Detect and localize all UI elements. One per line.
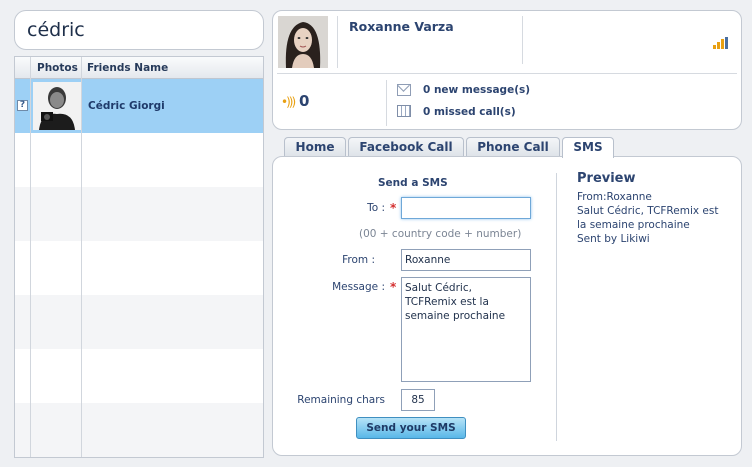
profile-divider — [522, 16, 523, 64]
preview-line: la semaine prochaine — [577, 219, 690, 231]
preview-line: From:Roxanne — [577, 191, 652, 203]
column-header-friends-name: Friends Name — [87, 62, 169, 74]
remaining-chars-field — [401, 389, 435, 411]
profile-divider — [337, 16, 338, 68]
to-required-mark: * — [390, 201, 397, 215]
column-header-photos: Photos — [37, 62, 78, 74]
empty-row — [15, 241, 263, 295]
empty-row — [15, 295, 263, 349]
column-divider — [81, 57, 82, 457]
to-hint: (00 + country code + number) — [359, 228, 522, 240]
envelope-icon — [397, 84, 411, 96]
friend-name: Cédric Giorgi — [88, 100, 165, 112]
tab-home[interactable]: Home — [284, 137, 346, 157]
tab-phone-call[interactable]: Phone Call — [466, 137, 560, 157]
send-sms-button[interactable]: Send your SMS — [356, 417, 466, 439]
friends-list-header: Photos Friends Name — [15, 57, 263, 79]
empty-row — [15, 349, 263, 403]
online-signal-icon: •))) — [281, 95, 296, 109]
profile-panel: Roxanne Varza •))) 0 0 new message(s) 0 … — [272, 10, 742, 130]
to-field[interactable] — [401, 197, 531, 219]
empty-row — [15, 187, 263, 241]
online-count: 0 — [299, 92, 310, 110]
empty-row — [15, 133, 263, 187]
missed-calls-count[interactable]: 0 missed call(s) — [423, 106, 516, 118]
friend-row[interactable]: ? Cédric Giorgi — [15, 79, 263, 133]
message-field[interactable]: Salut Cédric, TCFRemix est la semaine pr… — [401, 277, 531, 382]
profile-avatar — [278, 16, 328, 68]
column-divider — [30, 57, 31, 457]
friend-search-box — [14, 10, 264, 50]
message-label: Message : — [332, 281, 385, 293]
friend-search-input[interactable] — [27, 19, 247, 41]
from-label: From : — [342, 254, 375, 266]
preview-line: Salut Cédric, TCFRemix est — [577, 205, 719, 217]
new-messages-count[interactable]: 0 new message(s) — [423, 84, 530, 96]
question-badge-icon[interactable]: ? — [17, 100, 28, 111]
profile-name: Roxanne Varza — [349, 19, 454, 34]
sms-panel: Send a SMS To : * (00 + country code + n… — [272, 156, 742, 456]
to-label: To : — [367, 202, 385, 214]
preview-divider — [556, 173, 557, 441]
calendar-icon — [397, 105, 411, 117]
preview-title: Preview — [577, 171, 636, 186]
sms-form-title: Send a SMS — [378, 177, 448, 189]
preview-line: Sent by Likiwi — [577, 233, 650, 245]
friends-list: Photos Friends Name ? Cédric Giorgi — [14, 56, 264, 458]
friend-photo — [33, 82, 81, 130]
tab-facebook-call[interactable]: Facebook Call — [348, 137, 464, 157]
empty-row — [15, 403, 263, 457]
from-field[interactable] — [401, 249, 531, 271]
profile-hdivider — [277, 73, 737, 74]
message-required-mark: * — [390, 280, 397, 294]
profile-divider — [386, 80, 387, 126]
signal-bars-icon — [713, 37, 729, 49]
remaining-chars-label: Remaining chars — [297, 394, 385, 406]
tab-sms[interactable]: SMS — [562, 137, 614, 158]
